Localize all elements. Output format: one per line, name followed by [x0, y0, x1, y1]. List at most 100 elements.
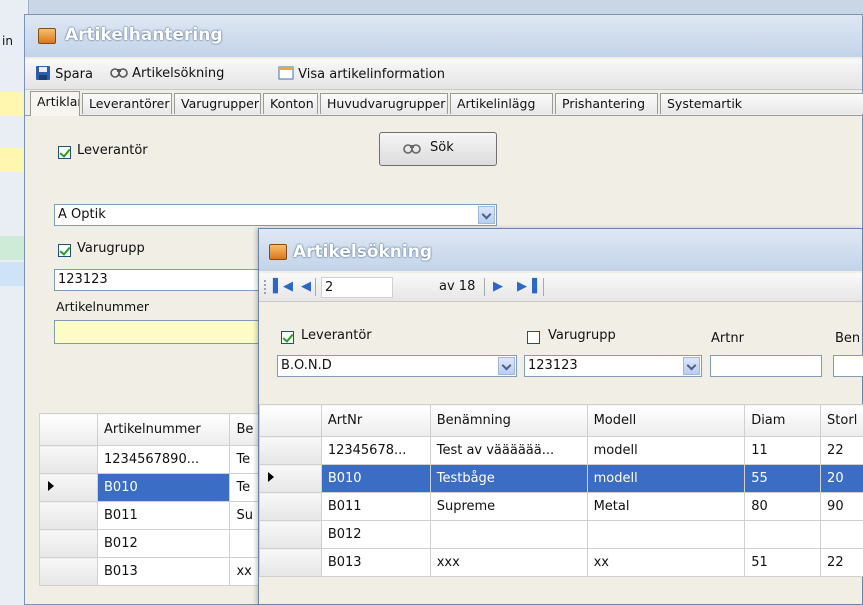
table-cell[interactable]	[429, 520, 588, 549]
tab-artikelinlagg[interactable]: Artikelinlägg	[450, 93, 553, 114]
table-row[interactable]: B013 xx	[39, 557, 261, 586]
table-cell[interactable]: Testbåge	[429, 464, 588, 493]
article-no-filter-input[interactable]	[710, 355, 822, 377]
popup-product-group-checkbox[interactable]	[527, 331, 540, 344]
move-next-icon[interactable]: ▶	[493, 279, 503, 294]
move-previous-icon[interactable]: ◀	[301, 279, 311, 294]
table-row-selected[interactable]: B010 Testbåge modell 55 20	[259, 464, 863, 493]
table-cell[interactable]: 51	[744, 548, 822, 577]
table-cell[interactable]	[744, 520, 822, 549]
popup-product-group-value: 123123	[528, 358, 578, 373]
column-header-artikelnummer[interactable]: Artikelnummer	[96, 413, 231, 446]
tab-huvudvarugrupper[interactable]: Huvudvarugrupper	[320, 93, 448, 114]
save-label: Spara	[55, 67, 93, 82]
main-titlebar[interactable]: Artikelhantering	[25, 15, 862, 57]
save-button[interactable]: Spara	[35, 65, 93, 82]
search-button[interactable]: Sök	[379, 132, 497, 166]
table-row[interactable]: 1234567890... Te	[39, 445, 261, 474]
popup-titlebar[interactable]: Artikelsökning	[259, 229, 862, 271]
table-row[interactable]: B013 xxx xx 51 22	[259, 548, 863, 577]
popup-supplier-combobox[interactable]: B.O.N.D	[277, 355, 517, 377]
table-cell[interactable]	[229, 529, 261, 558]
table-cell[interactable]	[586, 520, 746, 549]
table-cell[interactable]: 55	[744, 464, 822, 493]
show-article-info-button[interactable]: Visa artikelinformation	[278, 65, 445, 82]
table-cell[interactable]: B011	[320, 492, 431, 521]
table-cell[interactable]: modell	[586, 464, 746, 493]
table-cell[interactable]: B010	[320, 464, 431, 493]
table-cell[interactable]: xx	[586, 548, 746, 577]
row-header[interactable]	[39, 473, 98, 502]
name-filter-input[interactable]	[833, 355, 863, 377]
table-cell[interactable]: 90	[820, 492, 863, 521]
row-header[interactable]	[259, 492, 322, 521]
row-header[interactable]	[39, 501, 98, 530]
table-cell[interactable]: Metal	[586, 492, 746, 521]
table-cell[interactable]: 1234567890...	[96, 445, 231, 474]
table-cell[interactable]: Supreme	[429, 492, 588, 521]
table-cell[interactable]: B011	[96, 501, 231, 530]
row-header[interactable]	[259, 464, 322, 493]
tab-prishantering[interactable]: Prishantering	[555, 93, 658, 114]
move-first-icon[interactable]: ▌◀	[273, 279, 293, 294]
article-search-button[interactable]: Artikelsökning	[110, 65, 224, 81]
table-cell[interactable]: 80	[744, 492, 822, 521]
table-cell[interactable]: B012	[320, 520, 431, 549]
popup-product-group-combobox[interactable]: 123123	[524, 355, 702, 377]
table-row[interactable]: 12345678... Test av vääääää... modell 11…	[259, 436, 863, 465]
table-cell[interactable]: B012	[96, 529, 231, 558]
table-cell[interactable]: 12345678...	[320, 436, 431, 465]
table-cell[interactable]: Te	[229, 445, 261, 474]
column-header-artnr[interactable]: ArtNr	[320, 404, 431, 437]
table-cell[interactable]: 22	[820, 436, 863, 465]
background-band	[0, 92, 24, 116]
table-cell[interactable]: xxx	[429, 548, 588, 577]
table-cell[interactable]: Su	[229, 501, 261, 530]
table-cell[interactable]: xx	[229, 557, 261, 586]
table-cell[interactable]: B013	[96, 557, 231, 586]
column-header-diam[interactable]: Diam	[744, 404, 822, 437]
table-cell[interactable]: B010	[96, 473, 231, 502]
row-header[interactable]	[259, 520, 322, 549]
row-header[interactable]	[259, 436, 322, 465]
chevron-down-icon[interactable]	[498, 357, 515, 375]
column-header-modell[interactable]: Modell	[586, 404, 746, 437]
supplier-combobox[interactable]: A Optik	[54, 204, 497, 226]
article-number-input[interactable]	[54, 320, 284, 344]
table-cell[interactable]: 20	[820, 464, 863, 493]
tab-konton[interactable]: Konton	[263, 93, 318, 114]
table-cell[interactable]: 22	[820, 548, 863, 577]
app-icon	[38, 28, 56, 44]
move-last-icon[interactable]: ▶▐	[517, 279, 537, 294]
table-cell[interactable]: modell	[586, 436, 746, 465]
chevron-down-icon[interactable]	[478, 206, 495, 224]
column-header-benamning[interactable]: Be	[229, 413, 261, 446]
table-row[interactable]: B012	[259, 520, 863, 549]
table-cell[interactable]	[820, 520, 863, 549]
table-cell[interactable]: 11	[744, 436, 822, 465]
product-group-field[interactable]: 123123	[54, 269, 284, 291]
table-row[interactable]: B011 Su	[39, 501, 261, 530]
product-group-checkbox[interactable]	[58, 244, 71, 257]
row-header[interactable]	[39, 529, 98, 558]
table-cell[interactable]: Test av vääääää...	[429, 436, 588, 465]
popup-supplier-checkbox[interactable]	[281, 331, 294, 344]
row-header[interactable]	[39, 557, 98, 586]
row-header[interactable]	[39, 445, 98, 474]
column-header-benamning[interactable]: Benämning	[429, 404, 588, 437]
position-input[interactable]: 2	[321, 277, 393, 298]
tab-artiklar[interactable]: Artiklar	[30, 91, 80, 116]
tab-varugrupper[interactable]: Varugrupper	[174, 93, 261, 114]
chevron-down-icon[interactable]	[683, 357, 700, 375]
supplier-checkbox[interactable]	[58, 146, 71, 159]
column-header-storl[interactable]: Storl	[820, 404, 863, 437]
table-cell[interactable]: Te	[229, 473, 261, 502]
table-row[interactable]: B012	[39, 529, 261, 558]
tab-systemartiklar[interactable]: Systemartik	[660, 93, 863, 114]
tab-leverantorer[interactable]: Leverantörer	[82, 93, 172, 114]
record-count: av 18	[439, 279, 476, 294]
table-row-selected[interactable]: B010 Te	[39, 473, 261, 502]
row-header[interactable]	[259, 548, 322, 577]
table-cell[interactable]: B013	[320, 548, 431, 577]
table-row[interactable]: B011 Supreme Metal 80 90	[259, 492, 863, 521]
